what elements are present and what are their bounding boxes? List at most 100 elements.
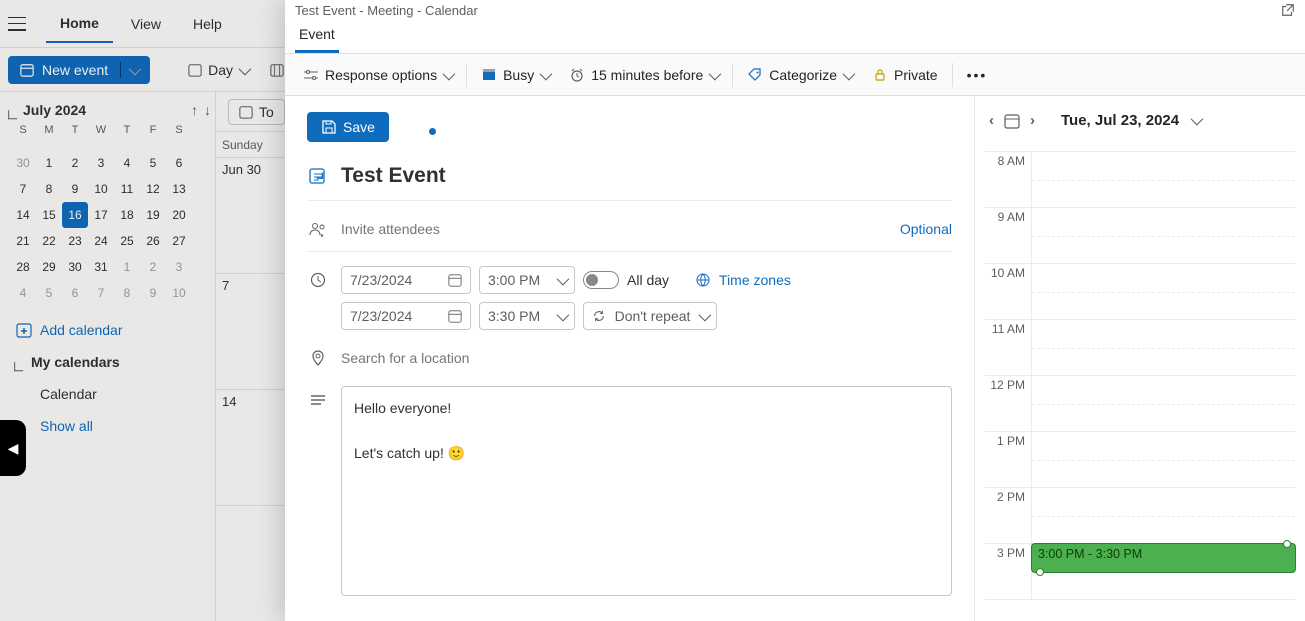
mini-cal-day[interactable]: 30 bbox=[62, 254, 88, 280]
event-title-input[interactable] bbox=[341, 160, 952, 192]
mini-cal-day[interactable]: 6 bbox=[62, 280, 88, 306]
chevron-down-icon bbox=[15, 357, 25, 367]
end-date-field[interactable]: 7/23/2024 bbox=[341, 302, 471, 330]
mini-cal-day[interactable]: 30 bbox=[10, 150, 36, 176]
mini-cal-day[interactable]: 6 bbox=[166, 150, 192, 176]
mini-cal-day[interactable]: 1 bbox=[114, 254, 140, 280]
calendar-icon[interactable] bbox=[1004, 113, 1020, 129]
mini-cal-day[interactable]: 10 bbox=[166, 280, 192, 306]
preview-date[interactable]: Tue, Jul 23, 2024 bbox=[1061, 112, 1179, 129]
mini-cal-day[interactable]: 19 bbox=[140, 202, 166, 228]
mini-cal-day[interactable]: 22 bbox=[36, 228, 62, 254]
mini-cal-day[interactable]: 12 bbox=[140, 176, 166, 202]
mini-cal-day[interactable]: 15 bbox=[36, 202, 62, 228]
mini-cal-day[interactable]: 7 bbox=[88, 280, 114, 306]
mini-cal-day[interactable]: 28 bbox=[10, 254, 36, 280]
unsaved-indicator bbox=[429, 128, 436, 135]
mini-cal-day[interactable]: 9 bbox=[140, 280, 166, 306]
today-button[interactable]: To bbox=[228, 99, 285, 125]
description-input[interactable]: Hello everyone! Let's catch up! 🙂 bbox=[341, 386, 952, 596]
show-as-busy[interactable]: Busy bbox=[473, 63, 557, 87]
mini-cal-day[interactable]: 8 bbox=[36, 176, 62, 202]
preview-event[interactable]: 3:00 PM - 3:30 PM bbox=[1032, 544, 1295, 572]
categorize[interactable]: Categorize bbox=[739, 63, 860, 87]
hour-lane[interactable] bbox=[1031, 376, 1295, 431]
hour-lane[interactable] bbox=[1031, 488, 1295, 543]
mini-cal-day[interactable]: 25 bbox=[114, 228, 140, 254]
tab-view[interactable]: View bbox=[117, 6, 175, 42]
chevron-down-icon[interactable] bbox=[9, 105, 19, 115]
reminder[interactable]: 15 minutes before bbox=[561, 63, 726, 87]
start-time-field[interactable]: 3:00 PM bbox=[479, 266, 575, 294]
mini-cal-next[interactable]: ↓ bbox=[204, 102, 211, 118]
tab-help[interactable]: Help bbox=[179, 6, 236, 42]
mini-cal-day[interactable]: 21 bbox=[10, 228, 36, 254]
mini-cal-day[interactable]: 20 bbox=[166, 202, 192, 228]
mini-calendar[interactable]: SMTWTFS301234567891011121314151617181920… bbox=[10, 124, 215, 306]
response-options[interactable]: Response options bbox=[295, 63, 460, 87]
mini-cal-day[interactable]: 29 bbox=[36, 254, 62, 280]
show-all[interactable]: Show all bbox=[6, 410, 215, 442]
mini-cal-day[interactable]: 31 bbox=[88, 254, 114, 280]
hamburger-icon[interactable] bbox=[8, 17, 26, 31]
mini-cal-day[interactable]: 26 bbox=[140, 228, 166, 254]
mini-cal-day[interactable]: 3 bbox=[88, 150, 114, 176]
mini-cal-day[interactable]: 27 bbox=[166, 228, 192, 254]
private[interactable]: Private bbox=[864, 63, 946, 87]
mini-cal-day[interactable]: 16 bbox=[62, 202, 88, 228]
chevron-down-icon[interactable] bbox=[1191, 112, 1200, 129]
new-event-dropdown[interactable] bbox=[120, 62, 138, 78]
mini-cal-day[interactable]: 1 bbox=[36, 150, 62, 176]
mini-cal-day[interactable]: 10 bbox=[88, 176, 114, 202]
calendar-item[interactable]: Calendar bbox=[6, 378, 215, 410]
mini-cal-day[interactable]: 2 bbox=[62, 150, 88, 176]
mini-cal-day[interactable]: 4 bbox=[10, 280, 36, 306]
end-time-field[interactable]: 3:30 PM bbox=[479, 302, 575, 330]
save-button[interactable]: Save bbox=[307, 112, 389, 142]
clock-icon bbox=[569, 67, 585, 83]
add-calendar[interactable]: Add calendar bbox=[6, 314, 215, 346]
prev-day[interactable]: ‹ bbox=[985, 108, 998, 133]
mini-cal-day[interactable]: 18 bbox=[114, 202, 140, 228]
start-date-field[interactable]: 7/23/2024 bbox=[341, 266, 471, 294]
mini-cal-day[interactable]: 5 bbox=[36, 280, 62, 306]
hour-lane[interactable] bbox=[1031, 264, 1295, 319]
mini-cal-day[interactable]: 3 bbox=[166, 254, 192, 280]
save-label: Save bbox=[343, 119, 375, 135]
hour-grid[interactable]: 8 AM9 AM10 AM11 AM12 PM1 PM2 PM3 PM3:00 … bbox=[985, 151, 1295, 600]
mini-cal-day[interactable]: 23 bbox=[62, 228, 88, 254]
mini-cal-day[interactable]: 9 bbox=[62, 176, 88, 202]
time-zones-link[interactable]: Time zones bbox=[719, 272, 791, 288]
next-day[interactable]: › bbox=[1026, 108, 1039, 133]
hour-lane[interactable] bbox=[1031, 320, 1295, 375]
busy-icon bbox=[481, 67, 497, 83]
mini-cal-prev[interactable]: ↑ bbox=[191, 102, 198, 118]
mini-cal-day[interactable]: 24 bbox=[88, 228, 114, 254]
mini-cal-day[interactable]: 2 bbox=[140, 254, 166, 280]
mini-cal-day[interactable]: 11 bbox=[114, 176, 140, 202]
all-day-toggle[interactable] bbox=[583, 271, 619, 289]
view-day[interactable]: Day bbox=[180, 58, 256, 82]
tab-home[interactable]: Home bbox=[46, 5, 113, 43]
hour-lane[interactable] bbox=[1031, 208, 1295, 263]
mini-cal-day[interactable]: 5 bbox=[140, 150, 166, 176]
mini-cal-day[interactable]: 7 bbox=[10, 176, 36, 202]
mini-cal-day[interactable]: 4 bbox=[114, 150, 140, 176]
popout-icon[interactable] bbox=[1281, 3, 1295, 17]
mini-cal-day[interactable]: 13 bbox=[166, 176, 192, 202]
repeat-field[interactable]: Don't repeat bbox=[583, 302, 717, 330]
tab-event[interactable]: Event bbox=[295, 20, 339, 53]
mini-cal-day[interactable]: 8 bbox=[114, 280, 140, 306]
attendees-input[interactable] bbox=[341, 215, 888, 243]
optional-attendees[interactable]: Optional bbox=[900, 221, 952, 237]
location-input[interactable] bbox=[341, 344, 952, 372]
hour-lane[interactable] bbox=[1031, 152, 1295, 207]
mini-cal-day[interactable]: 17 bbox=[88, 202, 114, 228]
event-editor: Test Event - Meeting - Calendar Event Re… bbox=[285, 0, 1305, 621]
mini-cal-day[interactable]: 14 bbox=[10, 202, 36, 228]
more-options[interactable]: ••• bbox=[959, 63, 996, 87]
hour-lane[interactable] bbox=[1031, 432, 1295, 487]
collapse-handle[interactable]: ◀ bbox=[0, 420, 26, 476]
new-event-button[interactable]: New event bbox=[8, 56, 150, 84]
my-calendars-section[interactable]: My calendars bbox=[6, 346, 215, 378]
